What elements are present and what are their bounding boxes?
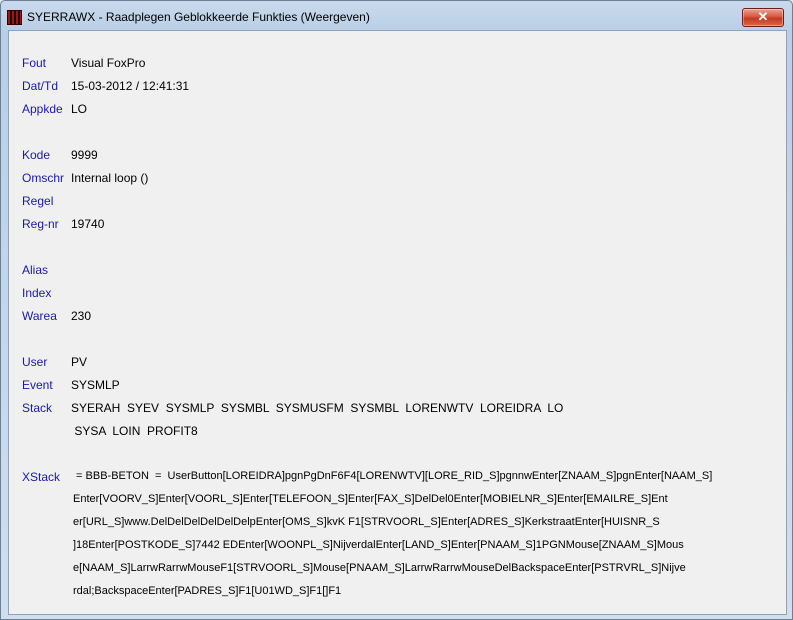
user-label: User — [22, 355, 48, 369]
app-icon — [7, 10, 22, 25]
error-viewer-window: SYERRAWX - Raadplegen Geblokkeerde Funkt… — [0, 0, 793, 620]
close-icon: ✕ — [757, 9, 769, 24]
xstack-line: ]18Enter[POSTKODE_S]7442 EDEnter[WOONPL_… — [73, 539, 684, 551]
user-value: PV — [71, 355, 88, 369]
xstack-line: er[URL_S]www.DelDelDelDelDelDelpEnter[OM… — [73, 516, 660, 528]
alias-label: Alias — [22, 263, 49, 277]
warea-value: 230 — [71, 309, 92, 323]
stack-line: SYSA LOIN PROFIT8 — [71, 424, 198, 438]
xstack-line: Enter[VOORV_S]Enter[VOORL_S]Enter[TELEFO… — [73, 493, 668, 505]
fout-value: Visual FoxPro — [71, 56, 146, 70]
close-button[interactable]: ✕ — [742, 8, 784, 27]
window-title: SYERRAWX - Raadplegen Geblokkeerde Funkt… — [27, 10, 370, 24]
xstack-line: e[NAAM_S]LarrwRarrwMouseF1[STRVOORL_S]Mo… — [73, 562, 686, 574]
event-label: Event — [22, 378, 53, 392]
event-value: SYSMLP — [71, 378, 120, 392]
omschr-label: Omschr — [22, 171, 64, 185]
regnr-value: 19740 — [71, 217, 105, 231]
fout-label: Fout — [22, 56, 47, 70]
details-panel: Fout Visual FoxPro Dat/Td 15-03-2012 / 1… — [8, 30, 787, 615]
appkde-label: Appkde — [22, 102, 63, 116]
stack-label: Stack — [22, 401, 53, 415]
dattd-label: Dat/Td — [22, 79, 59, 93]
regel-label: Regel — [22, 194, 54, 208]
title-bar[interactable]: SYERRAWX - Raadplegen Geblokkeerde Funkt… — [1, 1, 792, 31]
index-label: Index — [22, 286, 52, 300]
kode-label: Kode — [22, 148, 51, 162]
regnr-label: Reg-nr — [22, 217, 59, 231]
xstack-line: = BBB-BETON = UserButton[LOREIDRA]pgnPgD… — [73, 470, 713, 482]
xstack-line: rdal;BackspaceEnter[PADRES_S]F1[U01WD_S]… — [73, 585, 342, 597]
kode-value: 9999 — [71, 148, 98, 162]
dattd-value: 15-03-2012 / 12:41:31 — [71, 79, 190, 93]
omschr-value: Internal loop () — [71, 171, 149, 185]
appkde-value: LO — [71, 102, 88, 116]
warea-label: Warea — [22, 309, 57, 323]
stack-line: SYERAH SYEV SYSMLP SYSMBL SYSMUSFM SYSMB… — [71, 401, 564, 415]
xstack-label: XStack — [22, 470, 61, 484]
